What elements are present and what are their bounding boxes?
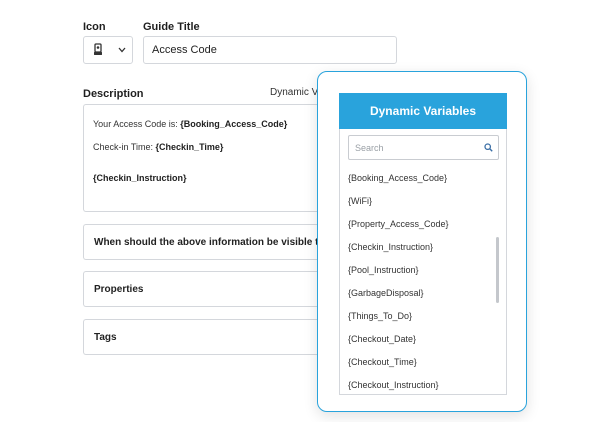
desc-line2-text: Check-in Time: xyxy=(93,142,154,152)
description-label: Description xyxy=(83,88,144,100)
scrollbar[interactable] xyxy=(496,237,499,303)
search-icon[interactable] xyxy=(484,143,493,152)
description-editor[interactable]: Your Access Code is: {Booking_Access_Cod… xyxy=(83,104,333,212)
desc-line1-var: {Booking_Access_Code} xyxy=(180,119,288,129)
chevron-down-icon xyxy=(118,47,126,53)
dynamic-variables-popup: Dynamic Variables Search {Booking_Access… xyxy=(317,71,527,412)
icon-select[interactable] xyxy=(83,36,133,64)
guide-title-label: Guide Title xyxy=(143,21,200,33)
variable-list: {Booking_Access_Code} {WiFi} {Property_A… xyxy=(348,166,496,397)
variable-item[interactable]: {Property_Access_Code} xyxy=(348,212,496,235)
key-lock-icon xyxy=(92,43,104,57)
desc-line1-text: Your Access Code is: xyxy=(93,119,178,129)
variable-item[interactable]: {Things_To_Do} xyxy=(348,305,496,328)
desc-line3-var: {Checkin_Instruction} xyxy=(93,173,187,183)
search-input[interactable]: Search xyxy=(348,135,499,160)
popup-title: Dynamic Variables xyxy=(339,93,507,129)
desc-line2-var: {Checkin_Time} xyxy=(155,142,224,152)
variable-item[interactable]: {Checkout_Date} xyxy=(348,328,496,351)
variable-item[interactable]: {Checkout_Time} xyxy=(348,351,496,374)
variable-item[interactable]: {WiFi} xyxy=(348,189,496,212)
variable-item[interactable]: {GarbageDisposal} xyxy=(348,281,496,304)
guide-title-input[interactable]: Access Code xyxy=(143,36,397,64)
variable-item[interactable]: {Checkin_Instruction} xyxy=(348,235,496,258)
properties-section[interactable]: Properties xyxy=(83,271,333,307)
visibility-section[interactable]: When should the above information be vis… xyxy=(83,224,333,260)
icon-label: Icon xyxy=(83,21,106,33)
popup-body: Search {Booking_Access_Code} {WiFi} {Pro… xyxy=(339,129,507,395)
variable-item[interactable]: {Booking_Access_Code} xyxy=(348,166,496,189)
variable-item[interactable]: {Checkout_Instruction} xyxy=(348,374,496,397)
tags-section[interactable]: Tags xyxy=(83,319,333,355)
dynamic-variables-link[interactable]: Dynamic Variables xyxy=(270,87,318,98)
variable-item[interactable]: {Pool_Instruction} xyxy=(348,258,496,281)
search-placeholder: Search xyxy=(355,142,384,153)
